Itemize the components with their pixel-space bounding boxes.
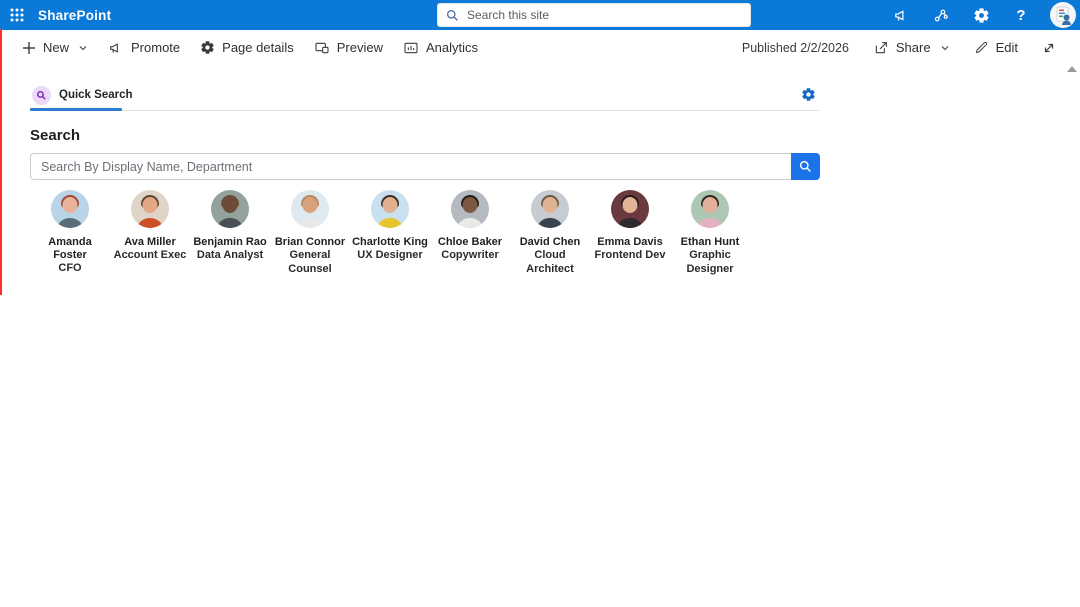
person-card[interactable]: Ava Miller Account Exec: [110, 190, 190, 277]
megaphone-icon: [108, 40, 124, 56]
tab-label: Quick Search: [59, 89, 133, 101]
gear-icon: [200, 40, 215, 55]
command-bar: New Promote Page details Preview Analyti…: [0, 30, 1080, 65]
person-card[interactable]: Ethan Hunt Graphic Designer: [670, 190, 750, 277]
person-card[interactable]: Benjamin Rao Data Analyst: [190, 190, 270, 277]
preview-button[interactable]: Preview: [304, 30, 393, 65]
person-avatar-photo: [611, 190, 649, 228]
people-search-button[interactable]: [791, 153, 820, 180]
person-title: Cloud Architect: [510, 249, 590, 277]
person-name: Brian Connor: [270, 236, 350, 249]
person-name: Amanda Foster: [30, 236, 110, 262]
connections-network-icon[interactable]: [928, 2, 954, 28]
person-avatar-photo: [51, 190, 89, 228]
person-avatar-photo: [211, 190, 249, 228]
scrollbar-up-arrow[interactable]: [1067, 66, 1077, 72]
command-bar-right: Published 2/2/2026 Share Edit: [732, 30, 1066, 65]
app-launcher-waffle-icon[interactable]: [0, 0, 34, 30]
quick-search-magnifier-icon: [32, 86, 51, 105]
search-icon: [799, 160, 812, 173]
person-avatar-photo: [131, 190, 169, 228]
analytics-chart-icon: [403, 40, 419, 56]
person-avatar-photo: [531, 190, 569, 228]
site-search-placeholder: Search this site: [467, 8, 549, 22]
help-icon[interactable]: ?: [1008, 2, 1034, 28]
new-button[interactable]: New: [20, 30, 98, 65]
person-title: Account Exec: [110, 249, 190, 263]
collapse-diagonal-arrow-icon[interactable]: [1032, 30, 1066, 65]
person-card[interactable]: Chloe Baker Copywriter: [430, 190, 510, 277]
suite-bar: SharePoint Search this site ?: [0, 0, 1080, 30]
person-name: Ethan Hunt: [670, 236, 750, 249]
search-section-heading: Search: [30, 127, 820, 144]
person-name: Chloe Baker: [430, 236, 510, 249]
share-icon: [873, 40, 889, 56]
people-search-input[interactable]: [30, 153, 791, 180]
person-title: CFO: [30, 262, 110, 276]
account-avatar[interactable]: [1050, 2, 1076, 28]
person-avatar-photo: [451, 190, 489, 228]
quick-search-webpart: Quick Search Search Amanda Foster CFO Av…: [30, 81, 820, 277]
person-name: Charlotte King: [350, 236, 430, 249]
person-title: Copywriter: [430, 249, 510, 263]
people-row: Amanda Foster CFO Ava Miller Account Exe…: [30, 190, 820, 277]
page-details-button[interactable]: Page details: [190, 30, 304, 65]
person-avatar-photo: [691, 190, 729, 228]
person-name: Ava Miller: [110, 236, 190, 249]
pencil-icon: [974, 40, 989, 55]
active-tab-underline: [30, 108, 122, 111]
promote-button[interactable]: Promote: [98, 30, 190, 65]
person-name: Benjamin Rao: [190, 236, 270, 249]
person-name: David Chen: [510, 236, 590, 249]
suite-bar-actions: ?: [888, 2, 1080, 28]
edit-button[interactable]: Edit: [964, 30, 1028, 65]
person-card[interactable]: David Chen Cloud Architect: [510, 190, 590, 277]
chevron-down-icon: [940, 43, 950, 53]
announcement-megaphone-icon[interactable]: [888, 2, 914, 28]
chevron-down-icon: [78, 43, 88, 53]
settings-gear-icon[interactable]: [968, 2, 994, 28]
search-icon: [446, 9, 459, 22]
person-avatar-photo: [371, 190, 409, 228]
preview-icon: [314, 40, 330, 56]
webpart-tab-row: Quick Search: [30, 81, 820, 111]
person-card[interactable]: Charlotte King UX Designer: [350, 190, 430, 277]
site-search-box[interactable]: Search this site: [437, 3, 751, 27]
person-card[interactable]: Brian Connor General Counsel: [270, 190, 350, 277]
person-title: General Counsel: [270, 249, 350, 277]
people-search-group: [30, 153, 820, 180]
session-border: [0, 29, 2, 295]
person-avatar-photo: [291, 190, 329, 228]
webpart-settings-gear-icon[interactable]: [801, 87, 816, 107]
person-title: UX Designer: [350, 249, 430, 263]
person-title: Frontend Dev: [590, 249, 670, 263]
tab-quick-search[interactable]: Quick Search: [30, 81, 145, 109]
person-name: Emma Davis: [590, 236, 670, 249]
person-card[interactable]: Amanda Foster CFO: [30, 190, 110, 277]
published-status: Published 2/2/2026: [732, 41, 859, 55]
share-button[interactable]: Share: [863, 30, 960, 65]
person-title: Data Analyst: [190, 249, 270, 263]
plus-icon: [22, 41, 36, 55]
person-card[interactable]: Emma Davis Frontend Dev: [590, 190, 670, 277]
analytics-button[interactable]: Analytics: [393, 30, 488, 65]
app-name[interactable]: SharePoint: [38, 8, 111, 23]
person-title: Graphic Designer: [670, 249, 750, 277]
